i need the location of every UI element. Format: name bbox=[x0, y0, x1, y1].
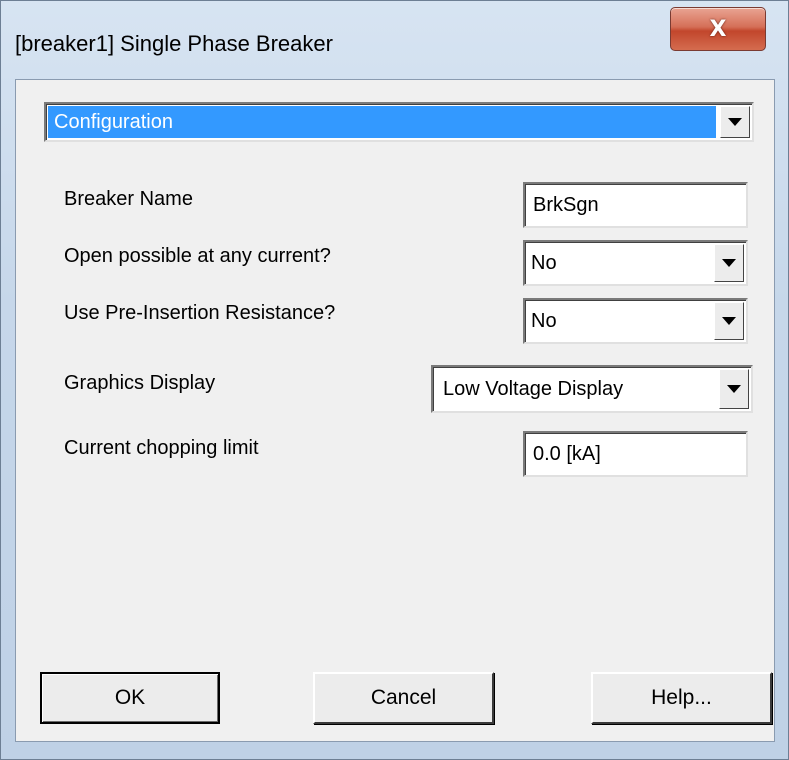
close-button[interactable]: X bbox=[670, 7, 766, 51]
cancel-button[interactable]: Cancel bbox=[313, 672, 494, 724]
graphics-display-dropdown[interactable]: Low Voltage Display bbox=[431, 365, 753, 413]
graphics-display-dropdown-button[interactable] bbox=[719, 369, 749, 409]
dialog-client-area: Configuration Breaker Name BrkSgn Open p… bbox=[15, 79, 775, 742]
section-dropdown[interactable]: Configuration bbox=[44, 102, 754, 142]
pre-insertion-label: Use Pre-Insertion Resistance? bbox=[64, 302, 336, 324]
breaker-name-label: Breaker Name bbox=[64, 188, 193, 210]
chevron-down-icon bbox=[722, 259, 736, 267]
chevron-down-icon bbox=[727, 385, 741, 393]
section-dropdown-value: Configuration bbox=[48, 106, 716, 138]
help-button[interactable]: Help... bbox=[591, 672, 772, 724]
close-icon: X bbox=[709, 16, 727, 42]
open-any-current-dropdown-button[interactable] bbox=[714, 244, 744, 282]
dialog-window: [breaker1] Single Phase Breaker X Config… bbox=[0, 0, 789, 760]
window-title: [breaker1] Single Phase Breaker bbox=[15, 31, 333, 56]
graphics-display-label: Graphics Display bbox=[64, 372, 216, 394]
chevron-down-icon bbox=[728, 118, 742, 126]
section-dropdown-button[interactable] bbox=[720, 106, 750, 138]
chevron-down-icon bbox=[722, 317, 736, 325]
pre-insertion-dropdown-button[interactable] bbox=[714, 302, 744, 340]
pre-insertion-dropdown[interactable]: No bbox=[523, 298, 748, 344]
breaker-name-input[interactable]: BrkSgn bbox=[523, 182, 748, 228]
open-any-current-dropdown[interactable]: No bbox=[523, 240, 748, 286]
chopping-limit-label: Current chopping limit bbox=[64, 437, 259, 459]
chopping-limit-input[interactable]: 0.0 [kA] bbox=[523, 431, 748, 477]
ok-button[interactable]: OK bbox=[40, 672, 220, 724]
open-any-current-label: Open possible at any current? bbox=[64, 245, 331, 267]
